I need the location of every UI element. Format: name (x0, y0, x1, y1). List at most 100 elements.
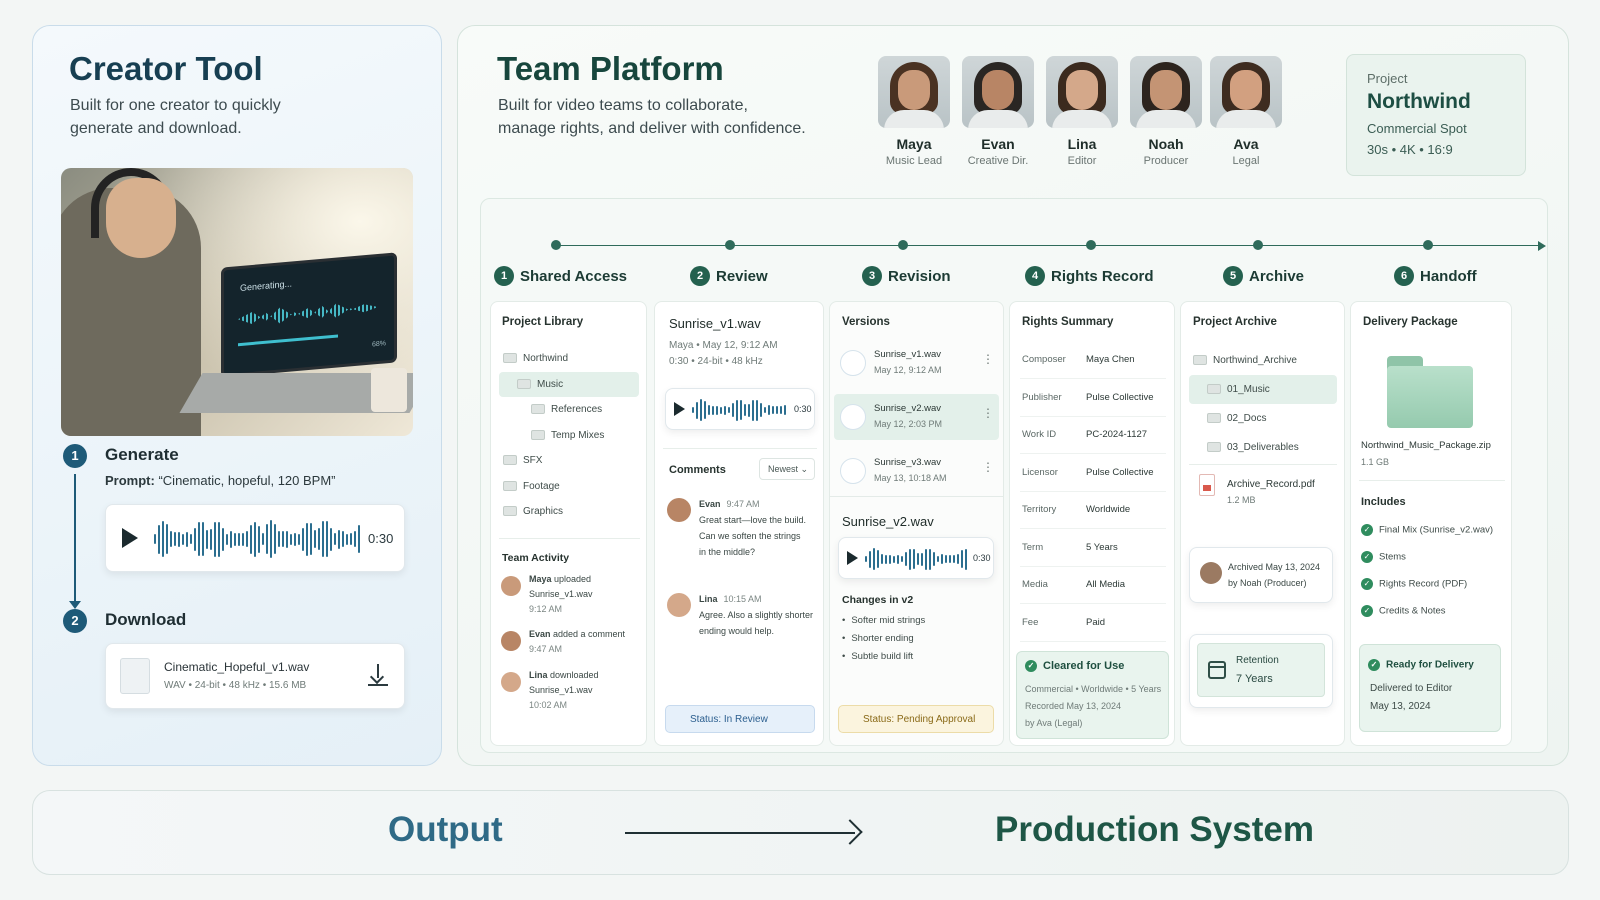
archive-tree-label: 02_Docs (1227, 413, 1267, 424)
archive-record-size: 1.2 MB (1227, 495, 1256, 505)
archive-column: Project Archive Northwind_Archive 01_Musi… (1180, 301, 1345, 746)
activity-avatar (501, 576, 521, 596)
change-label: Shorter ending (851, 633, 914, 644)
version-file: Sunrise_v2.wav (874, 403, 942, 414)
activity-title: Team Activity (502, 552, 570, 564)
tree-item[interactable]: Temp Mixes (499, 423, 639, 449)
tree-item[interactable]: Graphics (499, 499, 639, 525)
tree-item[interactable]: Music (499, 371, 639, 397)
activity-text: Evan added a comment 9:47 AM (529, 627, 641, 657)
bullet-icon: • (842, 633, 846, 644)
include-item: ✓ Credits & Notes (1361, 605, 1511, 632)
rights-key: Territory (1022, 504, 1057, 515)
rights-key: Work ID (1022, 429, 1057, 440)
include-item: ✓ Final Mix (Sunrise_v2.wav) (1361, 524, 1511, 551)
folder-icon (503, 506, 517, 517)
revision-play-button[interactable] (847, 551, 858, 565)
waveform-bar (909, 548, 911, 570)
laptop-screen: Generating... 68% (221, 252, 397, 378)
comment-time: 10:15 AM (723, 594, 762, 604)
comment-line: Can we soften the strings (699, 531, 801, 541)
ready-heading: ✓ Ready for Delivery (1368, 659, 1474, 671)
activity-line: Evan added a comment (529, 627, 641, 642)
waveform-bar (869, 550, 871, 568)
project-card: Project Northwind Commercial Spot 30s • … (1346, 54, 1526, 176)
more-icon[interactable]: ⋮ (982, 352, 994, 366)
player-time: 0:30 (368, 531, 394, 546)
folder-icon (517, 378, 531, 389)
package-size: 1.1 GB (1361, 457, 1390, 467)
version-item[interactable]: Sunrise_v1.wav May 12, 9:12 AM ⋮ (834, 340, 999, 386)
archive-tree-item[interactable]: 01_Music (1189, 375, 1337, 404)
package-file[interactable]: Northwind_Music_Package.zip (1361, 440, 1491, 451)
play-button[interactable] (122, 528, 138, 548)
revision-waveform[interactable] (865, 544, 967, 574)
review-meta-2: 0:30 • 24-bit • 48 kHz (669, 356, 763, 367)
more-icon[interactable]: ⋮ (982, 460, 994, 474)
step-number-1: 1 (63, 444, 87, 468)
waveform[interactable] (154, 517, 360, 561)
check-icon: ✓ (1368, 659, 1380, 671)
avatar-lina (1046, 56, 1118, 128)
change-item: • Subtle build lift (842, 651, 992, 669)
comment-line: Great start—love the build. (699, 515, 807, 525)
bottom-banner: Output Production System (32, 790, 1569, 875)
review-status-badge: Status: In Review (665, 705, 815, 733)
waveform-bar (961, 550, 963, 568)
archive-tree-item[interactable]: 03_Deliverables (1189, 433, 1337, 462)
rights-row: Fee Paid (1020, 605, 1166, 642)
folder-icon (531, 429, 545, 440)
tree-item[interactable]: Footage (499, 474, 639, 500)
include-label: Rights Record (PDF) (1379, 578, 1468, 590)
file-meta: WAV • 24-bit • 48 kHz • 15.6 MB (164, 680, 307, 691)
comment-avatar (667, 498, 691, 522)
ready-card: ✓ Ready for Delivery Delivered to Editor … (1359, 644, 1501, 732)
archive-tree-item[interactable]: Northwind_Archive (1189, 346, 1337, 375)
waveform-bar (166, 524, 168, 554)
check-icon: ✓ (1361, 551, 1373, 563)
cleared-by: by Ava (Legal) (1025, 718, 1083, 728)
waveform-bar (873, 548, 875, 570)
tree-item[interactable]: SFX (499, 448, 639, 474)
archive-tree-item[interactable]: 02_Docs (1189, 404, 1337, 433)
review-waveform[interactable] (692, 395, 786, 425)
waveform-bar (921, 552, 923, 566)
audio-file-icon (120, 658, 150, 694)
member-name: Lina (1067, 136, 1097, 152)
tree-item[interactable]: Northwind (499, 346, 639, 372)
download-icon[interactable] (368, 664, 388, 688)
waveform-bar (744, 404, 746, 416)
stage-label: Handoff (1420, 267, 1477, 285)
waveform-bar (965, 548, 967, 570)
waveform-bar (254, 521, 256, 557)
waveform-bar (322, 521, 324, 557)
member-role: Music Lead (885, 155, 943, 167)
rights-value: Paid (1086, 616, 1106, 628)
rights-record-column: Rights Summary Composer Maya Chen Publishe… (1009, 301, 1175, 746)
retention-card: Retention 7 Years (1189, 634, 1333, 708)
tree-item[interactable]: References (499, 397, 639, 423)
more-icon[interactable]: ⋮ (982, 406, 994, 420)
download-file-card[interactable]: Cinematic_Hopeful_v1.wav WAV • 24-bit • … (105, 643, 405, 709)
version-item[interactable]: Sunrise_v2.wav May 12, 2:03 PM ⋮ (834, 394, 999, 440)
retention-label: Retention (1236, 655, 1279, 666)
timeline-dot (551, 240, 561, 250)
version-item[interactable]: Sunrise_v3.wav May 13, 10:18 AM ⋮ (834, 448, 999, 494)
waveform-bar (937, 556, 939, 562)
sort-dropdown[interactable]: Newest ⌄ (759, 458, 815, 480)
waveform-bar (945, 555, 947, 563)
archive-record-file[interactable]: Archive_Record.pdf (1227, 479, 1315, 490)
review-play-button[interactable] (674, 402, 685, 416)
member-role: Editor (1067, 155, 1097, 167)
step-download-label: Download (105, 610, 187, 629)
waveform-bar (708, 405, 710, 415)
include-label: Stems (1379, 551, 1406, 563)
step-connector (74, 474, 76, 606)
face (1230, 70, 1262, 110)
waveform-bar (889, 554, 891, 564)
folder-icon (1387, 356, 1473, 428)
waveform-bar (154, 534, 156, 544)
waveform-bar (752, 399, 754, 421)
body (884, 110, 944, 128)
audio-player: 0:30 (105, 504, 405, 572)
